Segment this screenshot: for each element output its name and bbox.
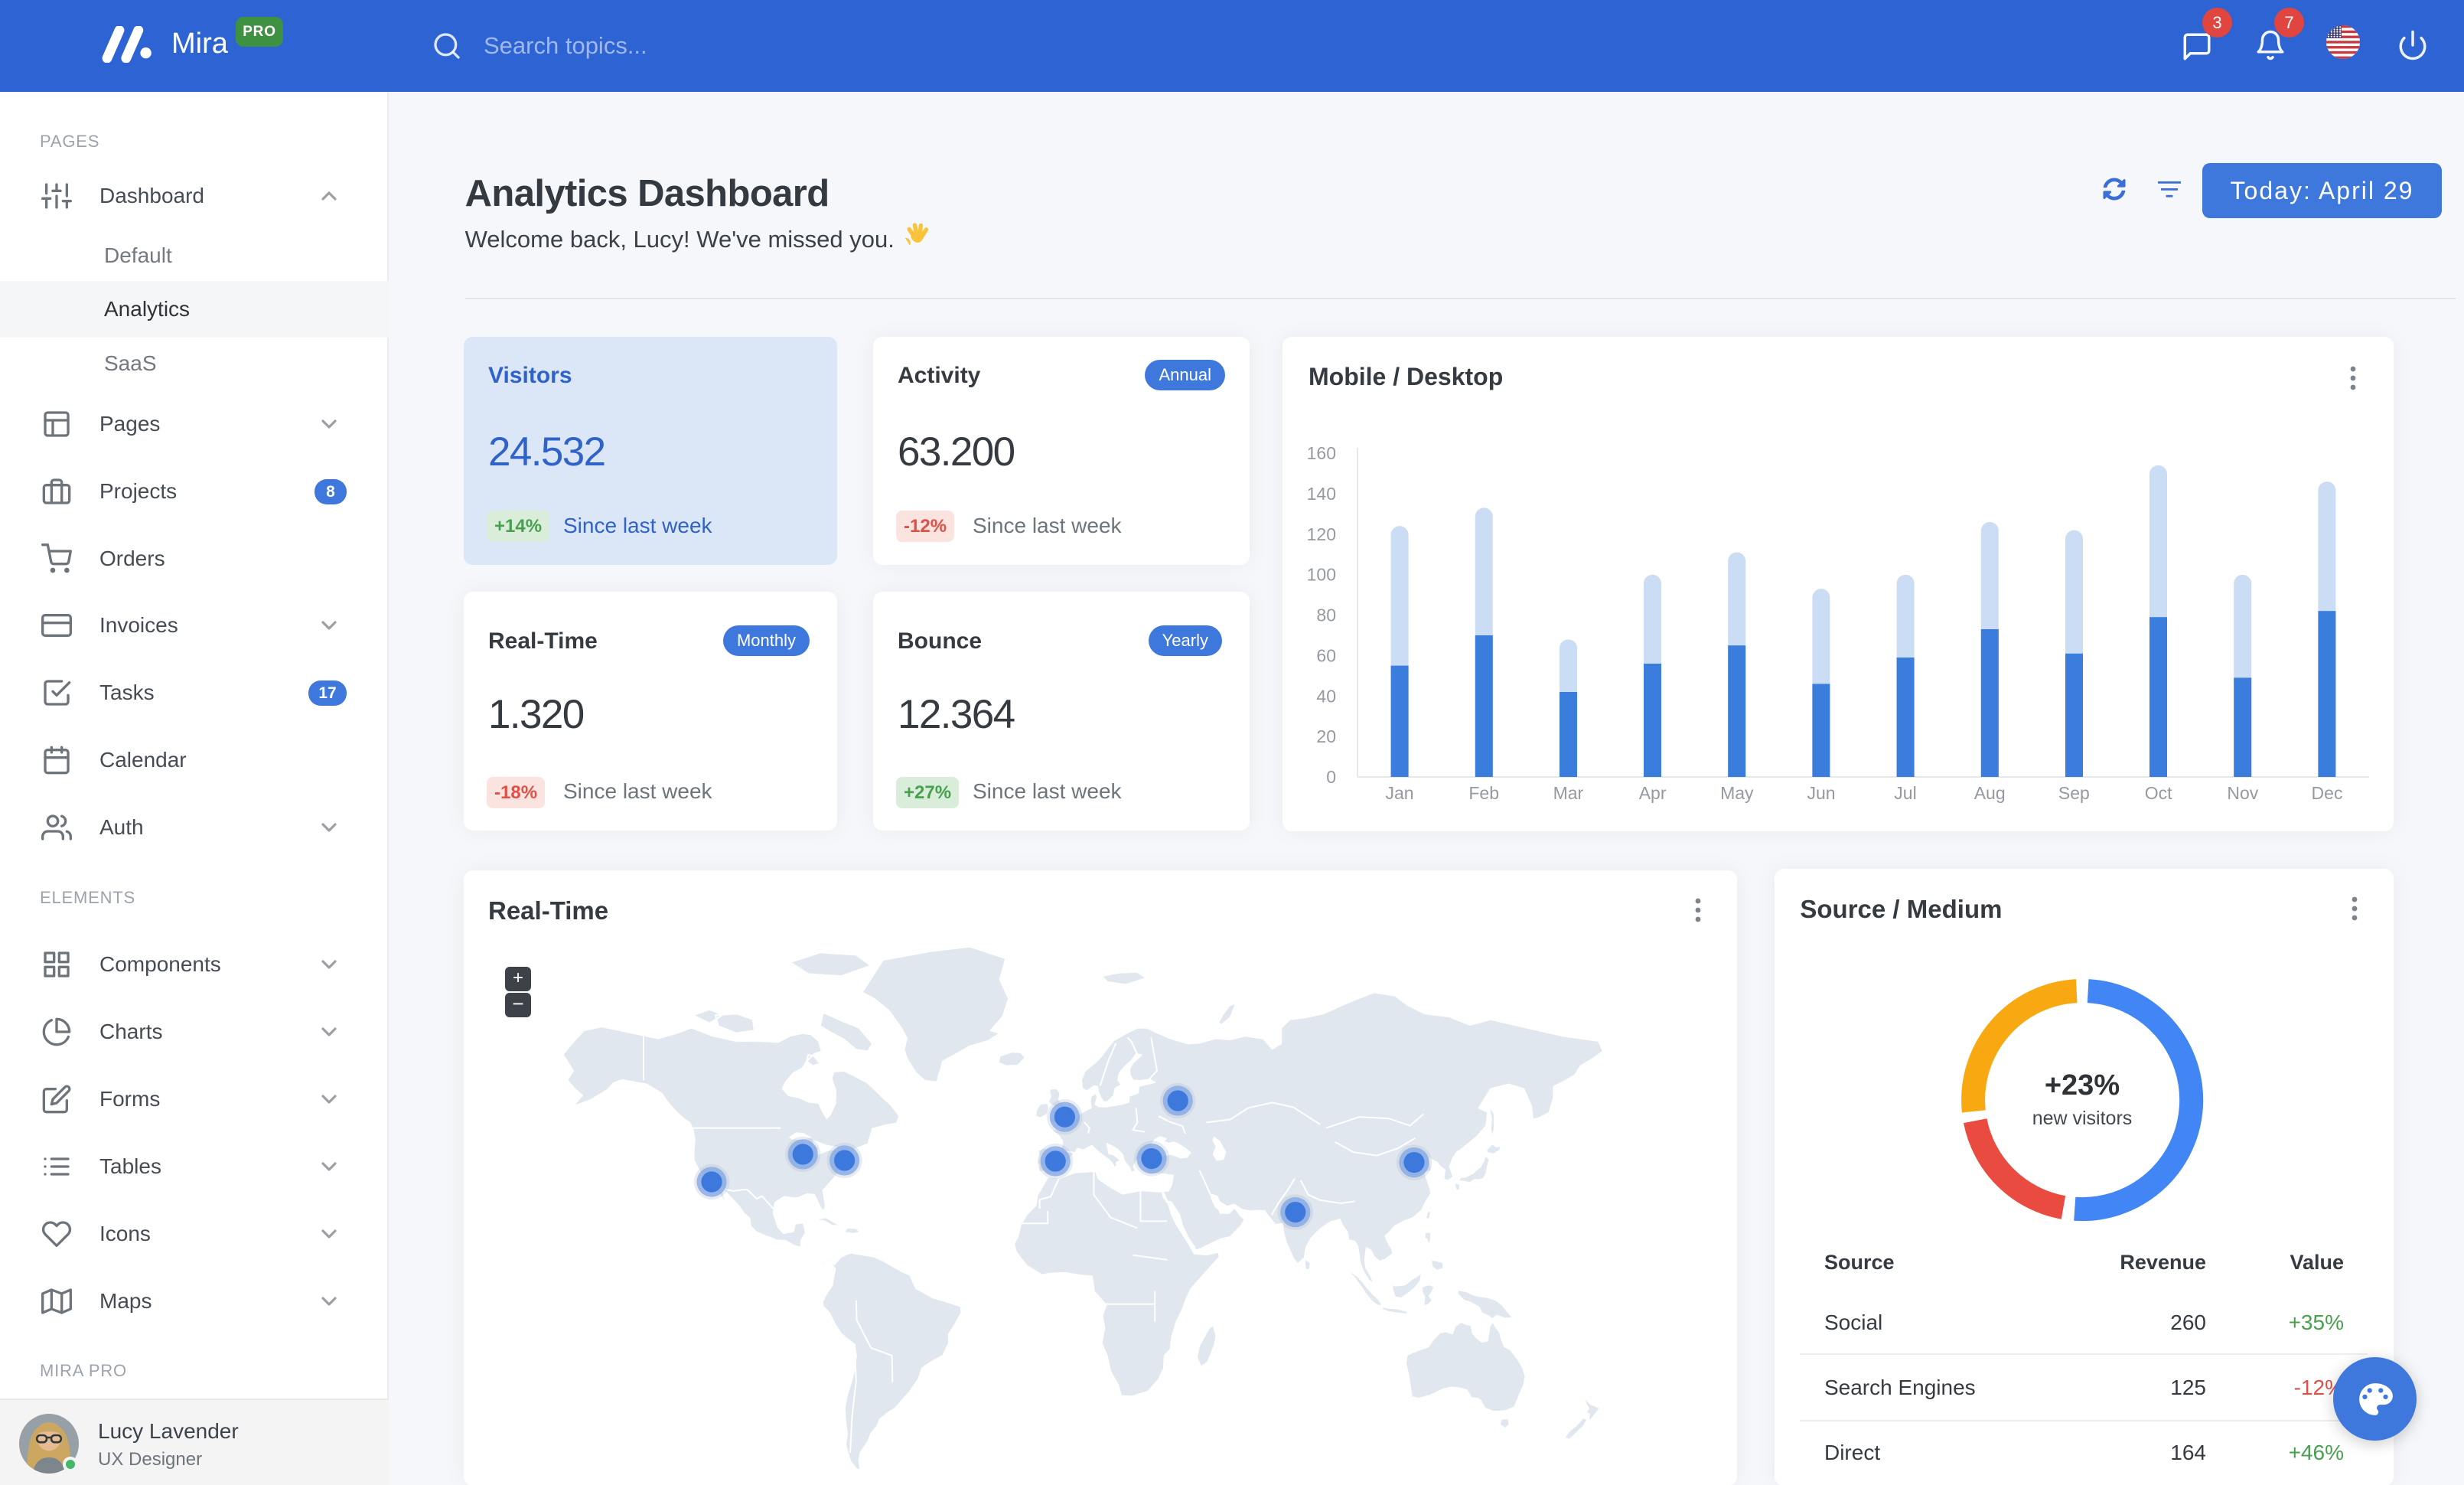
svg-text:Nov: Nov	[2227, 783, 2258, 803]
svg-text:Sep: Sep	[2058, 783, 2090, 803]
svg-text:Oct: Oct	[2145, 783, 2172, 803]
svg-text:Mar: Mar	[1553, 783, 1584, 803]
svg-text:120: 120	[1307, 524, 1336, 544]
svg-text:80: 80	[1316, 605, 1336, 625]
svg-text:Jun: Jun	[1807, 783, 1835, 803]
svg-text:Aug: Aug	[1974, 783, 2006, 803]
svg-text:Jan: Jan	[1385, 783, 1413, 803]
svg-text:Dec: Dec	[2312, 783, 2343, 803]
svg-text:40: 40	[1316, 686, 1336, 706]
svg-text:May: May	[1720, 783, 1754, 803]
svg-text:0: 0	[1326, 767, 1336, 787]
svg-text:20: 20	[1316, 726, 1336, 746]
svg-text:Feb: Feb	[1468, 783, 1499, 803]
svg-text:Jul: Jul	[1894, 783, 1916, 803]
svg-text:140: 140	[1307, 484, 1336, 504]
svg-text:Apr: Apr	[1639, 783, 1667, 803]
svg-text:60: 60	[1316, 645, 1336, 665]
svg-text:160: 160	[1307, 443, 1336, 463]
svg-text:100: 100	[1307, 565, 1336, 585]
